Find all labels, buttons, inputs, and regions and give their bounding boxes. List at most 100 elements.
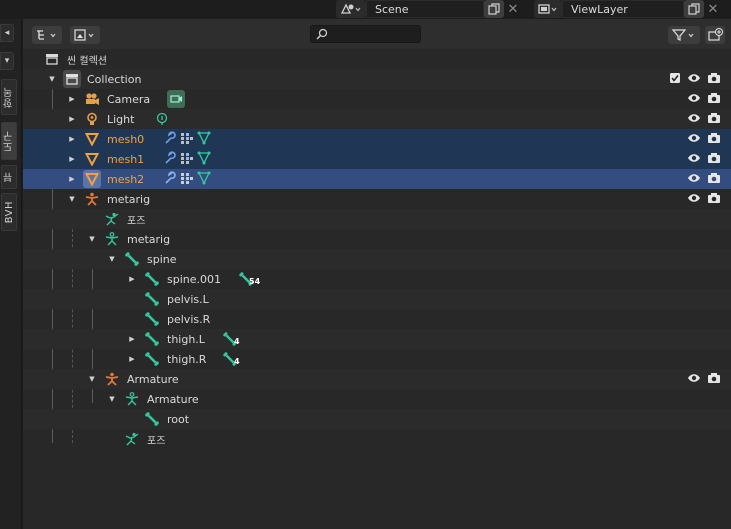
disclosure-triangle-icon[interactable]: ▶ — [67, 115, 77, 123]
disclosure-triangle-icon[interactable]: ▶ — [67, 175, 77, 183]
disclosure-triangle-icon[interactable]: ▼ — [87, 235, 97, 243]
viewlayer-name-field[interactable]: ViewLayer — [562, 0, 684, 18]
camera-data-icon[interactable] — [167, 90, 185, 108]
row-toggles — [687, 192, 721, 207]
tab-tool[interactable]: 도구 — [1, 122, 17, 160]
tab-item[interactable]: 항목 — [1, 79, 17, 115]
new-collection-icon — [708, 28, 723, 41]
scene-browse-button[interactable] — [336, 0, 366, 18]
eye-icon[interactable] — [687, 92, 701, 107]
armature-data-icon — [123, 390, 141, 408]
tree-label: mesh0 — [107, 132, 145, 146]
eye-icon[interactable] — [687, 72, 701, 87]
tab-bvh[interactable]: BVH — [1, 193, 17, 231]
tree-row-mesh2[interactable]: ▶ mesh2 — [23, 169, 731, 189]
camera-render-icon[interactable] — [707, 132, 721, 147]
tree-row-collection[interactable]: ▼ Collection — [23, 69, 731, 89]
disclosure-triangle-icon[interactable]: ▼ — [107, 395, 117, 403]
new-scene-button[interactable] — [484, 0, 504, 18]
tree-row-thigh-r[interactable]: ▶ thigh.R 4 — [23, 349, 731, 369]
tree-row-spine001[interactable]: ▶ spine.001 54 — [23, 269, 731, 289]
duplicate-icon — [688, 3, 700, 15]
wrench-modifier-icon[interactable] — [163, 150, 177, 168]
tree-row-pose-2[interactable]: 포즈 — [23, 429, 731, 449]
wrench-modifier-icon[interactable] — [163, 130, 177, 148]
new-collection-button[interactable] — [705, 26, 725, 44]
tree-row-pelvis-r[interactable]: pelvis.R — [23, 309, 731, 329]
vertex-groups-icon[interactable] — [180, 131, 194, 148]
display-mode-button[interactable] — [32, 26, 62, 44]
tree-row-mesh0[interactable]: ▶ mesh0 — [23, 129, 731, 149]
mesh-object-icon — [83, 170, 101, 188]
tree-row-mesh1[interactable]: ▶ mesh1 — [23, 149, 731, 169]
eye-icon[interactable] — [687, 192, 701, 207]
tree-row-armature[interactable]: ▼ Armature — [23, 369, 731, 389]
armature-object-icon — [83, 190, 101, 208]
eye-icon[interactable] — [687, 112, 701, 127]
disclosure-triangle-icon[interactable]: ▶ — [127, 275, 137, 283]
disclosure-triangle-icon[interactable]: ▼ — [107, 255, 117, 263]
tree-row-metarig-data[interactable]: ▼ metarig — [23, 229, 731, 249]
camera-render-icon[interactable] — [707, 172, 721, 187]
armature-object-icon — [103, 370, 121, 388]
tree-row-root[interactable]: root — [23, 409, 731, 429]
collapse-arrow-down[interactable]: ▾ — [0, 52, 14, 70]
tree-row-pose[interactable]: 포즈 — [23, 209, 731, 229]
eye-icon[interactable] — [687, 132, 701, 147]
exclude-checkbox-icon[interactable] — [669, 72, 681, 87]
tree-row-pelvis-l[interactable]: pelvis.L — [23, 289, 731, 309]
tree-row-spine[interactable]: ▼ spine — [23, 249, 731, 269]
mesh-data-icon[interactable] — [197, 131, 211, 148]
tab-view[interactable]: 뷰 — [1, 165, 17, 189]
vertex-groups-icon[interactable] — [180, 171, 194, 188]
disclosure-triangle-icon[interactable]: ▶ — [127, 335, 137, 343]
close-scene-icon[interactable]: ✕ — [504, 2, 522, 17]
scene-selector: Scene ✕ — [336, 0, 522, 18]
pose-icon — [123, 430, 141, 448]
camera-render-icon[interactable] — [707, 112, 721, 127]
vertex-groups-icon[interactable] — [180, 151, 194, 168]
tree-row-camera[interactable]: ▶ Camera — [23, 89, 731, 109]
tree-row-metarig[interactable]: ▼ metarig — [23, 189, 731, 209]
collapse-arrow-left[interactable]: ◂ — [0, 24, 14, 42]
wrench-modifier-icon[interactable] — [163, 170, 177, 188]
eye-icon[interactable] — [687, 372, 701, 387]
tree-row-light[interactable]: ▶ Light — [23, 109, 731, 129]
tree-row-scene-collection[interactable]: 씬 컬렉션 — [23, 49, 731, 69]
new-viewlayer-button[interactable] — [684, 0, 704, 18]
search-input[interactable] — [310, 25, 421, 43]
armature-data-icon — [103, 230, 121, 248]
view-options-button[interactable] — [70, 26, 100, 44]
tree-row-thigh-l[interactable]: ▶ thigh.L 4 — [23, 329, 731, 349]
camera-render-icon[interactable] — [707, 372, 721, 387]
scene-name-field[interactable]: Scene — [366, 0, 484, 18]
disclosure-triangle-icon[interactable]: ▼ — [47, 75, 57, 83]
bone-icon — [123, 250, 141, 268]
row-data-icons — [163, 150, 211, 168]
close-viewlayer-icon[interactable]: ✕ — [704, 2, 722, 17]
scene-icon — [340, 3, 361, 14]
disclosure-triangle-icon[interactable]: ▼ — [67, 195, 77, 203]
row-data-icons — [163, 130, 211, 148]
tree-row-armature-data[interactable]: ▼ Armature — [23, 389, 731, 409]
disclosure-triangle-icon[interactable]: ▶ — [67, 155, 77, 163]
disclosure-triangle-icon[interactable]: ▶ — [67, 135, 77, 143]
eye-icon[interactable] — [687, 152, 701, 167]
mesh-data-icon[interactable] — [197, 171, 211, 188]
camera-render-icon[interactable] — [707, 192, 721, 207]
row-toggles — [687, 372, 721, 387]
camera-render-icon[interactable] — [707, 152, 721, 167]
viewlayer-browse-button[interactable] — [534, 0, 562, 18]
camera-render-icon[interactable] — [707, 92, 721, 107]
light-data-icon[interactable] — [153, 110, 171, 128]
filter-button[interactable] — [668, 26, 700, 44]
camera-render-icon[interactable] — [707, 72, 721, 87]
disclosure-triangle-icon[interactable]: ▶ — [127, 355, 137, 363]
tree-label: thigh.R — [167, 352, 207, 366]
outliner-panel: 씬 컬렉션 ▼ Collection ▶ Camera ▶ Light ▶ me… — [23, 19, 731, 529]
eye-icon[interactable] — [687, 172, 701, 187]
disclosure-triangle-icon[interactable]: ▶ — [67, 95, 77, 103]
tab-view-label: 뷰 — [3, 171, 15, 183]
mesh-data-icon[interactable] — [197, 151, 211, 168]
disclosure-triangle-icon[interactable]: ▼ — [87, 375, 97, 383]
